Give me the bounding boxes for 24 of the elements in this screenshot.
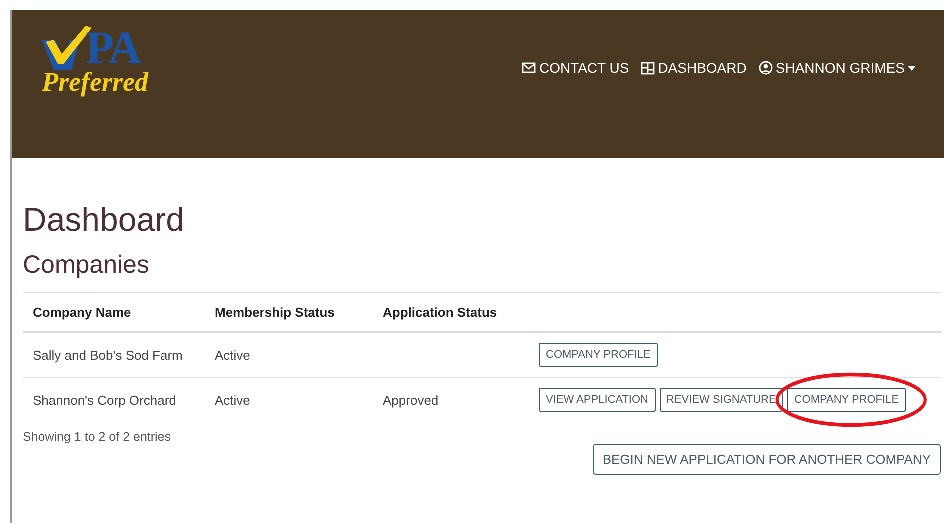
table-cell-text: Active: [214, 392, 252, 410]
nav-link[interactable]: SHANNON GRIMES: [758, 60, 916, 76]
new-application-button[interactable]: BEGIN NEW APPLICATION FOR ANOTHER COMPANY: [592, 444, 941, 475]
nav-link[interactable]: CONTACT US: [522, 60, 630, 76]
user-icon: [758, 61, 773, 75]
mail-icon: [522, 62, 536, 74]
logo-mark: PA: [86, 26, 140, 70]
column-header: Application Status: [373, 293, 531, 333]
page-title: Dashboard: [23, 200, 186, 240]
dashboard-icon: [641, 62, 656, 74]
table-cell: Sally and Bob's Sod Farm: [23, 333, 205, 378]
section-title: Companies: [23, 250, 150, 280]
table-cell: Active: [205, 333, 373, 378]
action-button[interactable]: REVIEW SIGNATURE: [660, 388, 784, 412]
action-button[interactable]: COMPANY PROFILE: [787, 388, 906, 412]
column-header: Company Name: [23, 293, 205, 333]
logo-wordmark: Preferred: [42, 68, 148, 96]
table-info: Showing 1 to 2 of 2 entries: [23, 430, 172, 444]
action-button[interactable]: COMPANY PROFILE: [539, 343, 658, 367]
table-cell-text: Shannon's Corp Orchard: [32, 392, 178, 410]
table-cell-text: Approved: [382, 392, 440, 410]
action-button[interactable]: VIEW APPLICATION: [539, 388, 656, 412]
column-header: Membership Status: [205, 293, 373, 333]
nav-link[interactable]: DASHBOARD: [641, 60, 747, 76]
